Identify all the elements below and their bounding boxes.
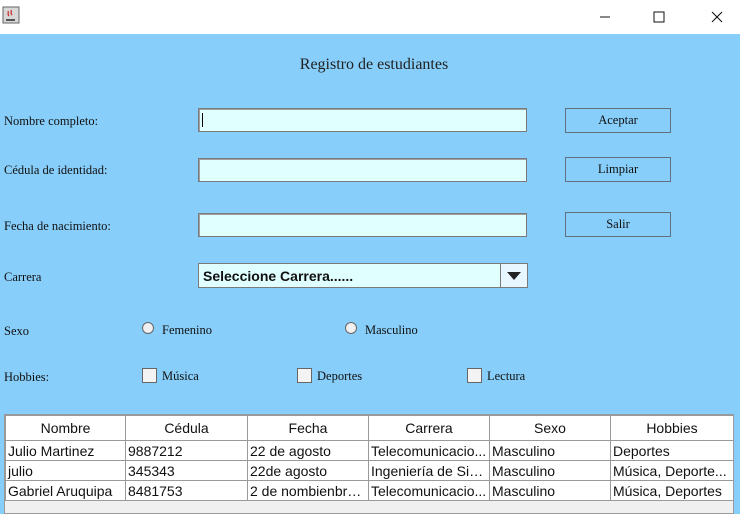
column-header[interactable]: Cédula — [125, 415, 248, 441]
deportes-label: Deportes — [317, 369, 363, 383]
table-cell[interactable]: 22de agosto — [247, 460, 369, 481]
carrera-selected: Seleccione Carrera...... — [203, 268, 354, 284]
aceptar-button[interactable]: Aceptar — [565, 108, 671, 133]
close-button[interactable] — [694, 0, 740, 34]
java-cup-icon — [2, 6, 20, 24]
lectura-checkbox[interactable] — [467, 368, 482, 383]
column-header[interactable]: Nombre — [5, 415, 126, 441]
table-cell[interactable]: Masculino — [489, 480, 611, 501]
table-cell[interactable]: 9887212 — [125, 440, 248, 461]
table-cell[interactable]: Telecomunicacio... — [368, 440, 490, 461]
table-cell[interactable]: julio — [5, 460, 126, 481]
table-cell[interactable]: 8481753 — [125, 480, 248, 501]
nombre-field[interactable] — [198, 108, 527, 132]
column-header[interactable]: Carrera — [368, 415, 490, 441]
salir-button[interactable]: Salir — [565, 212, 671, 237]
femenino-radio[interactable] — [142, 322, 154, 334]
carrera-select[interactable]: Seleccione Carrera...... — [198, 263, 528, 288]
masculino-radio[interactable] — [345, 322, 357, 334]
hobbies-label: Hobbies: — [4, 370, 50, 384]
carrera-label: Carrera — [4, 270, 42, 284]
limpiar-button[interactable]: Limpiar — [565, 157, 671, 182]
table-cell[interactable]: Masculino — [489, 460, 611, 481]
table-cell[interactable]: Deportes — [610, 440, 733, 461]
musica-label: Música — [162, 369, 199, 383]
nombre-label: Nombre completo: — [4, 114, 99, 128]
table-cell[interactable]: 2 de nombienbre... — [247, 480, 369, 501]
table-cell[interactable]: Julio Martinez — [5, 440, 126, 461]
table-cell[interactable]: 345343 — [125, 460, 248, 481]
table-cell[interactable]: Masculino — [489, 440, 611, 461]
deportes-checkbox[interactable] — [297, 368, 312, 383]
column-header[interactable]: Fecha — [247, 415, 369, 441]
table-cell[interactable]: Telecomunicacio... — [368, 480, 490, 501]
table-row[interactable]: Julio Martinez 9887212 22 de agosto Tele… — [5, 440, 733, 461]
minimize-button[interactable] — [582, 0, 628, 34]
table-cell[interactable]: Música, Deportes — [610, 480, 733, 501]
maximize-button[interactable] — [636, 0, 682, 34]
title-bar — [0, 0, 740, 34]
column-header[interactable]: Hobbies — [610, 415, 733, 441]
table-cell[interactable]: Gabriel Aruquipa — [5, 480, 126, 501]
form-title: Registro de estudiantes — [299, 56, 449, 73]
students-table: Nombre Cédula Fecha Carrera Sexo Hobbies… — [4, 414, 734, 514]
fecha-field[interactable] — [198, 213, 527, 237]
text-caret — [202, 113, 203, 127]
table-cell[interactable]: 22 de agosto — [247, 440, 369, 461]
triangle-down-icon[interactable] — [500, 264, 527, 287]
table-row[interactable]: julio 345343 22de agosto Ingeniería de S… — [5, 460, 733, 481]
cedula-label: Cédula de identidad: — [4, 163, 108, 177]
fecha-label: Fecha de nacimiento: — [4, 219, 111, 233]
table-cell[interactable]: Música, Deporte... — [610, 460, 733, 481]
table-row[interactable]: Gabriel Aruquipa 8481753 2 de nombienbre… — [5, 480, 733, 501]
cedula-field[interactable] — [198, 158, 527, 182]
table-cell[interactable]: Ingeniería de Sist... — [368, 460, 490, 481]
column-header[interactable]: Sexo — [489, 415, 611, 441]
sexo-label: Sexo — [4, 324, 29, 338]
femenino-label: Femenino — [162, 323, 212, 337]
masculino-label: Masculino — [365, 323, 418, 337]
table-header-row: Nombre Cédula Fecha Carrera Sexo Hobbies — [5, 415, 733, 441]
lectura-label: Lectura — [487, 369, 526, 383]
musica-checkbox[interactable] — [142, 368, 157, 383]
form-panel: Registro de estudiantes Nombre completo:… — [0, 34, 740, 514]
